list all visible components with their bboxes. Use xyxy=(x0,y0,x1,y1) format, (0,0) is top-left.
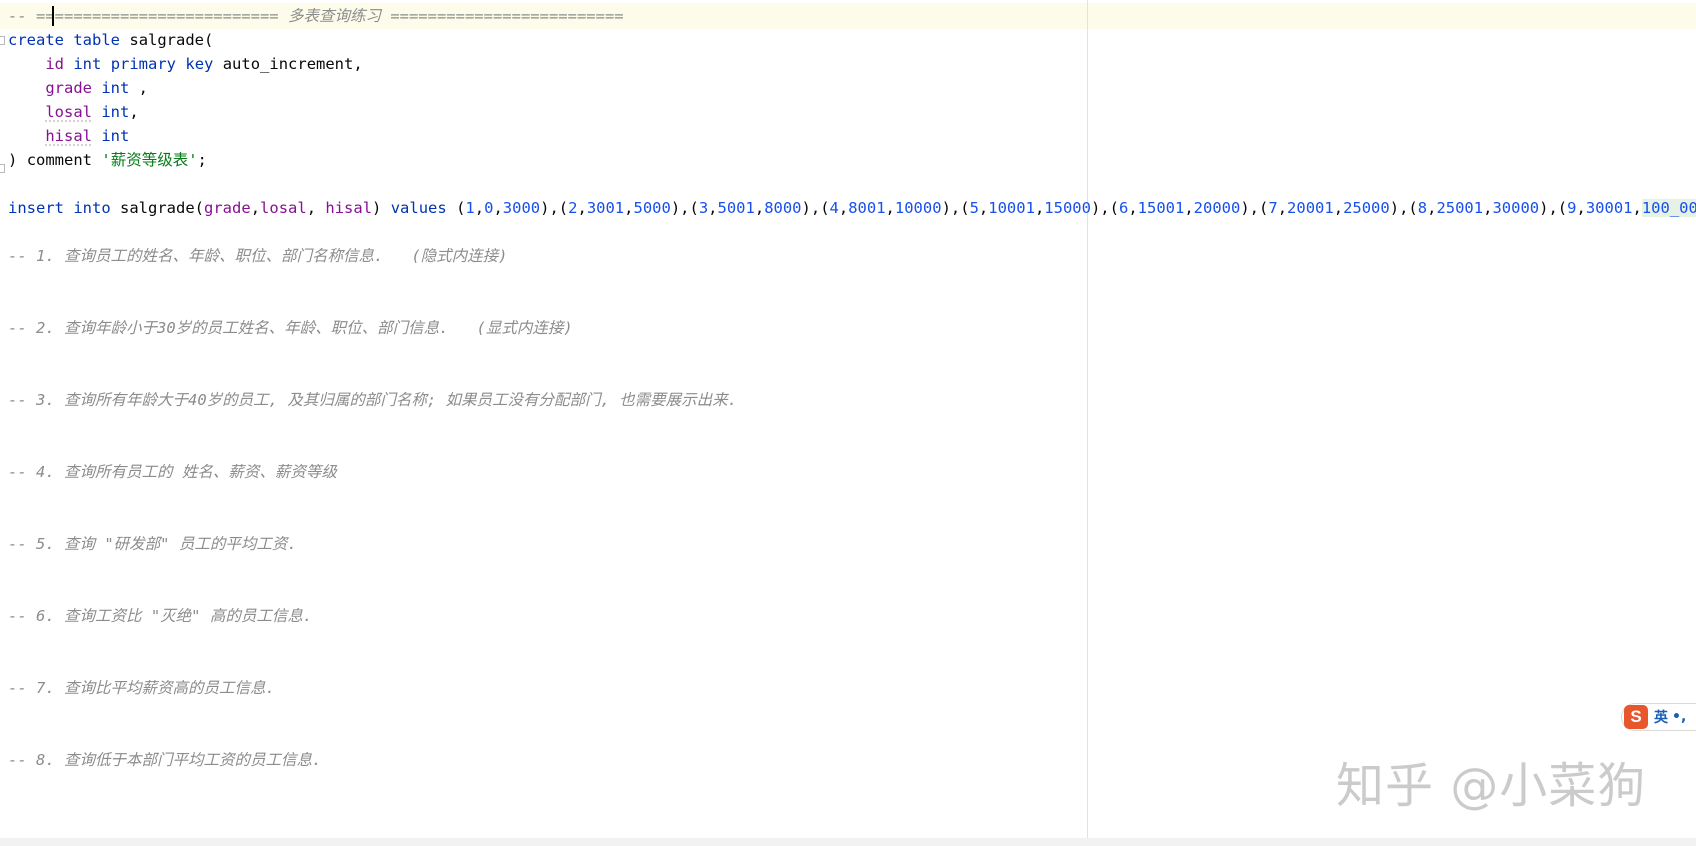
value-number: 1 xyxy=(465,199,475,217)
column-type: int xyxy=(73,55,102,73)
semicolon: ; xyxy=(197,151,207,169)
column-type: int xyxy=(101,127,130,145)
value-number: 30001 xyxy=(1585,199,1633,217)
column-losal-line[interactable]: losal int, xyxy=(8,99,139,125)
keyword-key: key xyxy=(185,55,214,73)
comment-equals-left: ========================== xyxy=(36,7,279,25)
value-number: 30000 xyxy=(1492,199,1540,217)
punctuation: , xyxy=(129,79,149,97)
value-number: 25000 xyxy=(1343,199,1390,217)
column-id-line[interactable]: id int primary key auto_increment, xyxy=(8,51,363,77)
value-number: 5 xyxy=(969,199,979,217)
column-name: grade xyxy=(45,79,92,97)
value-number: 3 xyxy=(698,199,709,217)
table-name: salgrade( xyxy=(129,31,214,49)
column-hisal-line[interactable]: hisal int xyxy=(8,123,129,149)
value-number: 7 xyxy=(1268,199,1278,217)
value-number: 20001 xyxy=(1287,199,1334,217)
horizontal-scrollbar-track[interactable] xyxy=(0,838,1696,846)
value-number: 4 xyxy=(829,199,839,217)
table-comment-line[interactable]: ) comment '薪资等级表'; xyxy=(8,147,207,173)
value-number: 25001 xyxy=(1436,199,1484,217)
field-hisal: hisal xyxy=(325,199,373,217)
column-type: int xyxy=(101,79,130,97)
keyword-values: values xyxy=(390,199,447,217)
column-name: id xyxy=(45,55,64,73)
watermark: 知乎 @小菜狗 xyxy=(1336,758,1647,814)
insert-statement-line[interactable]: insert into salgrade(grade,losal, hisal)… xyxy=(8,195,1696,221)
value-number: 8000 xyxy=(764,199,802,217)
task-comment-4[interactable]: -- 4. 查询所有员工的 姓名、薪资、薪资等级 xyxy=(8,459,337,485)
column-name: hisal xyxy=(45,127,92,145)
keyword-insert: insert xyxy=(8,199,64,217)
value-number: 15000 xyxy=(1044,199,1091,217)
ime-mode-label: 英 xyxy=(1654,710,1668,726)
value-number: 10000 xyxy=(894,199,942,217)
task-comment-3[interactable]: -- 3. 查询所有年龄大于40岁的员工, 及其归属的部门名称; 如果员工没有分… xyxy=(8,387,737,413)
value-number: 3001 xyxy=(586,199,625,217)
table-comment-string: '薪资等级表' xyxy=(101,151,198,169)
value-number: 6 xyxy=(1118,199,1129,217)
comment-equals-right: ========================= xyxy=(390,7,624,25)
value-number: 8001 xyxy=(848,199,886,217)
create-table-line[interactable]: create table salgrade( xyxy=(8,27,213,53)
keyword-primary: primary xyxy=(110,55,177,73)
keyword-comment: comment xyxy=(26,151,93,169)
section-title: 多表查询练习 xyxy=(278,7,391,25)
value-number: 5000 xyxy=(633,199,671,217)
task-comment-8[interactable]: -- 8. 查询低于本部门平均工资的员工信息. xyxy=(8,747,321,773)
punctuation: , xyxy=(129,103,139,121)
column-type: int xyxy=(101,103,130,121)
field-grade: grade xyxy=(204,199,251,217)
field-losal: losal xyxy=(260,199,307,217)
keyword-create: create xyxy=(8,31,64,49)
value-number: 20000 xyxy=(1193,199,1241,217)
task-comment-1[interactable]: -- 1. 查询员工的姓名、年龄、职位、部门名称信息. (隐式内连接) xyxy=(8,243,507,269)
values-list: (1,0,3000),(2,3001,5000),(3,5001,8000),(… xyxy=(456,199,1696,217)
value-number: 15001 xyxy=(1137,199,1185,217)
fold-open-icon[interactable] xyxy=(0,36,5,45)
sogou-logo-icon: S xyxy=(1624,705,1648,729)
table-name: salgrade( xyxy=(120,199,205,217)
value-number: 5001 xyxy=(717,199,755,217)
value-number: 8 xyxy=(1417,199,1428,217)
ime-status-widget[interactable]: S 英 •, xyxy=(1621,703,1696,731)
value-number: 10001 xyxy=(988,199,1035,217)
column-grade-line[interactable]: grade int , xyxy=(8,75,148,101)
comment-prefix: -- xyxy=(8,7,36,25)
keyword-into: into xyxy=(73,199,111,217)
task-comment-7[interactable]: -- 7. 查询比平均薪资高的员工信息. xyxy=(8,675,275,701)
value-number: 100_000 xyxy=(1641,199,1696,217)
task-comment-6[interactable]: -- 6. 查询工资比 "灭绝" 高的员工信息. xyxy=(8,603,312,629)
code-editor[interactable]: -- ========================== 多表查询练习 ===… xyxy=(0,0,1696,846)
column-name: losal xyxy=(45,103,92,121)
ime-punct-label: •, xyxy=(1672,709,1687,725)
column-modifier: auto_increment, xyxy=(222,55,363,73)
keyword-table: table xyxy=(73,31,121,49)
fold-close-icon[interactable] xyxy=(0,164,5,173)
value-number: 3000 xyxy=(502,199,541,217)
task-comment-2[interactable]: -- 2. 查询年龄小于30岁的员工姓名、年龄、职位、部门信息. (显式内连接) xyxy=(8,315,573,341)
right-margin-guide xyxy=(1087,0,1088,846)
close-paren: ) xyxy=(8,151,18,169)
header-comment-line[interactable]: -- ========================== 多表查询练习 ===… xyxy=(8,3,624,29)
text-cursor xyxy=(52,6,54,26)
task-comment-5[interactable]: -- 5. 查询 "研发部" 员工的平均工资. xyxy=(8,531,297,557)
